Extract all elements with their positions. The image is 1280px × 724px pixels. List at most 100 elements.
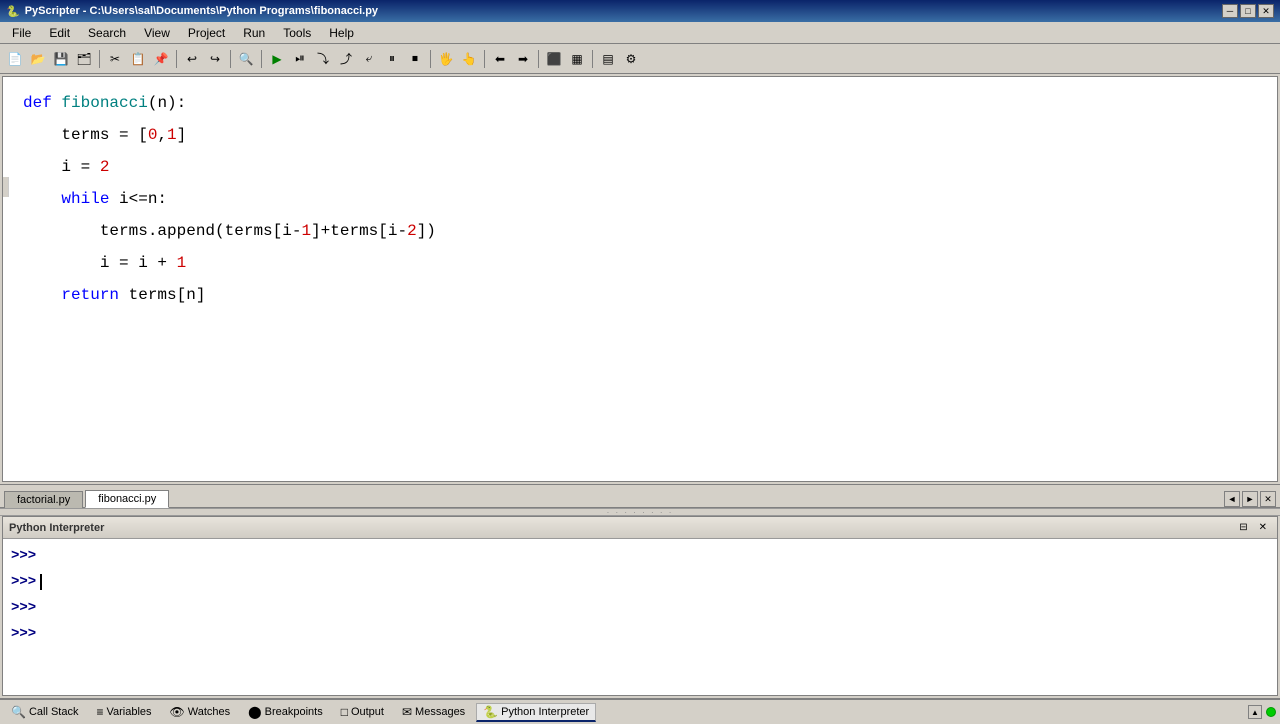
nav-forward[interactable]: ➡ [512, 48, 534, 70]
prompt-symbol-4: >>> [11, 621, 36, 647]
copy-button[interactable]: 📋 [127, 48, 149, 70]
cursor [40, 574, 42, 590]
menu-help[interactable]: Help [321, 24, 362, 42]
tab-nav-right[interactable]: ► [1242, 491, 1258, 507]
watches-label: Watches [188, 706, 230, 718]
tab-fibonacci[interactable]: fibonacci.py [85, 490, 169, 508]
breakpoints-label: Breakpoints [265, 706, 323, 718]
toolbar-sep-5 [430, 50, 431, 68]
toolbar-sep-8 [592, 50, 593, 68]
title-bar-controls[interactable]: ─ □ ✕ [1222, 4, 1274, 18]
find-button[interactable]: 🔍 [235, 48, 257, 70]
status-breakpoints[interactable]: ⬤ Breakpoints [241, 703, 330, 721]
menu-search[interactable]: Search [80, 24, 134, 42]
minimize-button[interactable]: ─ [1222, 4, 1238, 18]
step-over[interactable]: ⤴ [335, 48, 357, 70]
prompt-symbol-2: >>> [11, 569, 36, 595]
variables-icon: ≡ [96, 705, 103, 719]
stop-button[interactable]: ⏹ [404, 48, 426, 70]
run-to-cursor[interactable]: ⏯ [289, 48, 311, 70]
toolbar-sep-7 [538, 50, 539, 68]
splitter[interactable]: · · · · · · · · [0, 508, 1280, 516]
call-stack-icon: 🔍 [11, 705, 26, 719]
tab-nav-left[interactable]: ◄ [1224, 491, 1240, 507]
bottom-panel: Python Interpreter ⊟ ✕ >>> >>> >>> >>> [2, 516, 1278, 696]
panel-header: Python Interpreter ⊟ ✕ [3, 517, 1277, 539]
interpreter-content[interactable]: >>> >>> >>> >>> [3, 539, 1277, 695]
toolbar-sep-6 [484, 50, 485, 68]
close-button[interactable]: ✕ [1258, 4, 1274, 18]
status-messages[interactable]: ✉ Messages [395, 703, 472, 721]
menu-run[interactable]: Run [235, 24, 273, 42]
title-bar: 🐍 PyScripter - C:\Users\sal\Documents\Py… [0, 0, 1280, 22]
run-button[interactable]: ▶ [266, 48, 288, 70]
pointer-icon[interactable]: 👆 [458, 48, 480, 70]
menu-edit[interactable]: Edit [41, 24, 78, 42]
indent-button[interactable]: ⬛ [543, 48, 565, 70]
undo-button[interactable]: ↩ [181, 48, 203, 70]
status-green-indicator [1266, 707, 1276, 717]
panel-close-btn[interactable]: ✕ [1255, 522, 1271, 533]
status-watches[interactable]: 👁 Watches [163, 703, 238, 721]
new-button[interactable]: 📄 [4, 48, 26, 70]
status-scroll-up[interactable]: ▲ [1248, 705, 1262, 719]
status-python-interpreter[interactable]: 🐍 Python Interpreter [476, 703, 596, 722]
toolbar: 📄 📂 💾 🗂 ✂ 📋 📌 ↩ ↪ 🔍 ▶ ⏯ ⤵ ⤴ ⤶ ⏸ ⏹ 🖐 👆 ⬅ … [0, 44, 1280, 74]
toolbar-sep-3 [230, 50, 231, 68]
status-bar: 🔍 Call Stack ≡ Variables 👁 Watches ⬤ Bre… [0, 698, 1280, 724]
status-right: ▲ [1248, 705, 1276, 719]
tab-bar: factorial.py fibonacci.py ◄ ► ✕ [0, 484, 1280, 508]
menu-project[interactable]: Project [180, 24, 233, 42]
variables-label: Variables [107, 706, 152, 718]
status-call-stack[interactable]: 🔍 Call Stack [4, 703, 85, 721]
menu-view[interactable]: View [136, 24, 178, 42]
panel-minimize-btn[interactable]: ⊟ [1235, 522, 1251, 533]
toolbar-sep-2 [176, 50, 177, 68]
menu-bar: File Edit Search View Project Run Tools … [0, 22, 1280, 44]
nav-back[interactable]: ⬅ [489, 48, 511, 70]
step-in[interactable]: ⤵ [312, 48, 334, 70]
panel-controls[interactable]: ⊟ ✕ [1235, 522, 1271, 533]
settings-button[interactable]: ⚙ [620, 48, 642, 70]
tab-factorial[interactable]: factorial.py [4, 491, 83, 508]
output-icon: □ [341, 705, 348, 719]
comment-button[interactable]: ▦ [566, 48, 588, 70]
output-label: Output [351, 706, 384, 718]
code-content[interactable]: def fibonacci(n): terms = [0,1] i = 2 wh… [3, 77, 1277, 321]
messages-label: Messages [415, 706, 465, 718]
prompt-line-3: >>> [11, 595, 1269, 621]
tab-close[interactable]: ✕ [1260, 491, 1276, 507]
app-icon: 🐍 [6, 5, 20, 18]
pause-button[interactable]: ⏸ [381, 48, 403, 70]
window-title: PyScripter - C:\Users\sal\Documents\Pyth… [25, 5, 378, 17]
toolbar-sep-4 [261, 50, 262, 68]
title-bar-left: 🐍 PyScripter - C:\Users\sal\Documents\Py… [6, 5, 378, 18]
prompt-line-2[interactable]: >>> [11, 569, 1269, 595]
save-all-button[interactable]: 🗂 [73, 48, 95, 70]
editor-area[interactable]: def fibonacci(n): terms = [0,1] i = 2 wh… [2, 76, 1278, 482]
open-button[interactable]: 📂 [27, 48, 49, 70]
python-interpreter-icon: 🐍 [483, 705, 498, 719]
panel-title: Python Interpreter [9, 522, 104, 534]
python-interpreter-label: Python Interpreter [501, 706, 589, 718]
menu-tools[interactable]: Tools [275, 24, 319, 42]
menu-file[interactable]: File [4, 24, 39, 42]
save-button[interactable]: 💾 [50, 48, 72, 70]
prompt-line-4: >>> [11, 621, 1269, 647]
tab-bar-right: ◄ ► ✕ [1224, 491, 1280, 507]
prompt-symbol-1: >>> [11, 543, 36, 569]
status-output[interactable]: □ Output [334, 703, 391, 721]
step-out[interactable]: ⤶ [358, 48, 380, 70]
prompt-line-1: >>> [11, 543, 1269, 569]
main-area: def fibonacci(n): terms = [0,1] i = 2 wh… [0, 74, 1280, 698]
line-indicator [3, 177, 9, 197]
layout-button[interactable]: ▤ [597, 48, 619, 70]
toolbar-sep-1 [99, 50, 100, 68]
maximize-button[interactable]: □ [1240, 4, 1256, 18]
cut-button[interactable]: ✂ [104, 48, 126, 70]
hand-icon[interactable]: 🖐 [435, 48, 457, 70]
prompt-symbol-3: >>> [11, 595, 36, 621]
paste-button[interactable]: 📌 [150, 48, 172, 70]
status-variables[interactable]: ≡ Variables [89, 703, 158, 721]
redo-button[interactable]: ↪ [204, 48, 226, 70]
